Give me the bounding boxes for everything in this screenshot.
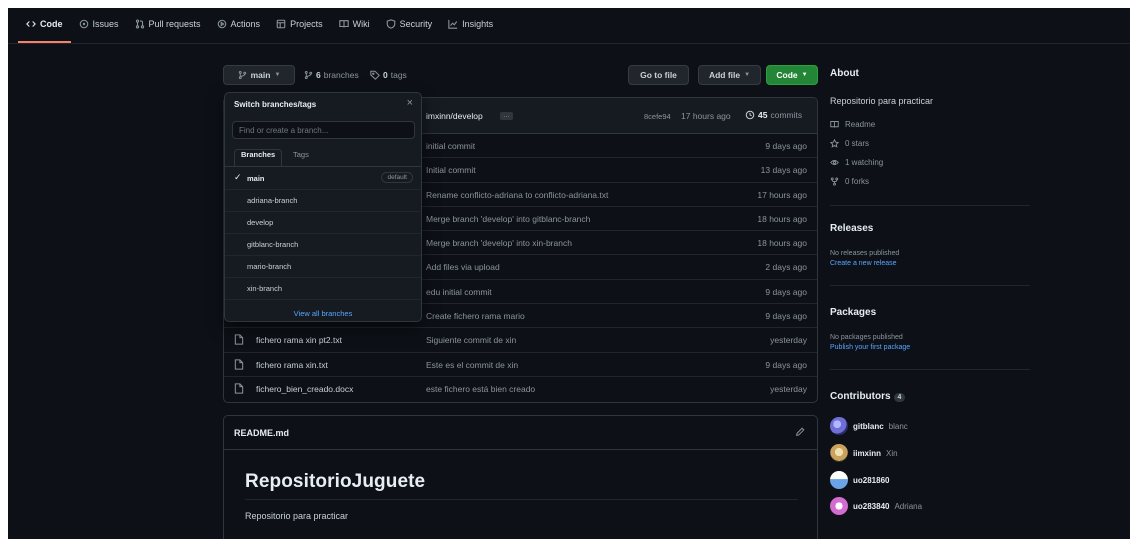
- tags-link[interactable]: 0 tags: [370, 70, 407, 80]
- commit-message-toggle[interactable]: …: [500, 112, 513, 120]
- pencil-icon[interactable]: [795, 427, 805, 437]
- avatar: [830, 497, 848, 515]
- branch-item-xin[interactable]: xin-branch: [225, 278, 421, 300]
- view-all-branches-link[interactable]: View all branches: [225, 309, 421, 318]
- file-link[interactable]: fichero rama xin pt2.txt: [234, 334, 342, 345]
- file-icon: [234, 383, 244, 394]
- branch-item-gitblanc[interactable]: gitblanc-branch: [225, 234, 421, 256]
- stars-link[interactable]: 0 stars: [830, 139, 869, 148]
- book-icon: [338, 20, 349, 28]
- commit-author-branch[interactable]: imxinn/develop: [426, 111, 483, 121]
- tab-actions[interactable]: Actions: [209, 13, 269, 43]
- code-button[interactable]: Code ▼: [766, 65, 818, 85]
- avatar: [830, 417, 848, 435]
- file-icon: [234, 334, 244, 345]
- divider: [830, 285, 1030, 286]
- watching-link[interactable]: 1 watching: [830, 158, 883, 167]
- code-icon: [26, 21, 36, 27]
- tab-tags[interactable]: Tags: [287, 150, 315, 167]
- default-badge: default: [381, 172, 413, 183]
- caret-down-icon: ▼: [274, 72, 281, 78]
- avatar: [830, 471, 848, 489]
- add-file-button[interactable]: Add file ▼: [698, 65, 761, 85]
- issue-icon: [79, 19, 88, 29]
- readme-filename[interactable]: README.md: [234, 428, 289, 438]
- table-icon: [276, 19, 286, 29]
- pull-request-icon: [135, 19, 144, 29]
- tab-pull-requests[interactable]: Pull requests: [127, 13, 209, 43]
- file-link[interactable]: fichero_bien_creado.docx: [234, 383, 353, 394]
- commit-hash[interactable]: 8cefe94: [644, 112, 671, 121]
- divider: [830, 205, 1030, 206]
- contributors-count-badge: 4: [893, 393, 906, 402]
- contributor-item[interactable]: uo283840 Adriana: [830, 497, 922, 515]
- table-row[interactable]: fichero rama xin.txt Este es el commit d…: [224, 353, 817, 377]
- caret-down-icon: ▼: [801, 72, 808, 78]
- book-icon: [830, 121, 839, 128]
- repo-page: Code Issues Pull requests Actions Projec…: [8, 8, 1130, 539]
- file-icon: [234, 359, 244, 370]
- contributor-item[interactable]: iimxinn Xin: [830, 444, 898, 462]
- tab-security[interactable]: Security: [378, 13, 441, 43]
- branch-item-main[interactable]: ✓ main default: [225, 168, 421, 190]
- git-branch-icon: [304, 70, 313, 80]
- readme-panel: README.md RepositorioJuguete Repositorio…: [223, 415, 818, 539]
- divider: [830, 369, 1030, 370]
- eye-icon: [830, 159, 839, 166]
- branch-search-input[interactable]: [232, 121, 415, 139]
- readme-link[interactable]: Readme: [830, 120, 875, 129]
- commit-time: 17 hours ago: [681, 111, 731, 121]
- commits-link[interactable]: 45 commits: [745, 110, 802, 120]
- contributor-item[interactable]: uo281860: [830, 471, 889, 489]
- caret-down-icon: ▼: [744, 72, 751, 78]
- branch-item-mario[interactable]: mario-branch: [225, 256, 421, 278]
- publish-package-link[interactable]: Publish your first package: [830, 344, 910, 351]
- tab-projects[interactable]: Projects: [268, 13, 331, 43]
- star-icon: [830, 139, 839, 148]
- history-icon: [745, 110, 755, 120]
- dropdown-tabs: Branches Tags: [225, 147, 421, 167]
- avatar: [830, 444, 848, 462]
- branch-item-develop[interactable]: develop: [225, 212, 421, 234]
- play-icon: [217, 19, 226, 29]
- tab-wiki[interactable]: Wiki: [331, 13, 378, 43]
- fork-icon: [830, 177, 839, 186]
- graph-icon: [448, 19, 458, 29]
- go-to-file-button[interactable]: Go to file: [628, 65, 689, 85]
- readme-divider: [245, 499, 798, 500]
- tab-branches[interactable]: Branches: [234, 149, 283, 166]
- tab-issues[interactable]: Issues: [71, 13, 127, 43]
- contributor-item[interactable]: gitblanc blanc: [830, 417, 908, 435]
- create-release-link[interactable]: Create a new release: [830, 260, 897, 267]
- branches-link[interactable]: 6 branches: [304, 70, 359, 80]
- about-title: About: [830, 68, 859, 79]
- no-releases-text: No releases published: [830, 250, 900, 257]
- close-icon[interactable]: ×: [407, 97, 413, 109]
- check-icon: ✓: [234, 172, 242, 182]
- table-row[interactable]: fichero rama xin pt2.txt Siguiente commi…: [224, 328, 817, 353]
- no-packages-text: No packages published: [830, 334, 903, 341]
- releases-title[interactable]: Releases: [830, 223, 873, 234]
- file-link[interactable]: fichero rama xin.txt: [234, 359, 328, 370]
- tab-code[interactable]: Code: [18, 13, 71, 43]
- repo-nav: Code Issues Pull requests Actions Projec…: [8, 8, 1130, 44]
- packages-title[interactable]: Packages: [830, 307, 876, 318]
- shield-icon: [386, 19, 395, 29]
- readme-body: Repositorio para practicar: [245, 511, 349, 521]
- branch-item-adriana[interactable]: adriana-branch: [225, 190, 421, 212]
- about-description: Repositorio para practicar: [830, 96, 934, 106]
- tag-icon: [370, 70, 380, 80]
- tab-insights[interactable]: Insights: [440, 13, 501, 43]
- contributors-title[interactable]: Contributors 4: [830, 391, 906, 402]
- readme-header: README.md: [224, 416, 817, 450]
- branch-select-button[interactable]: main ▼: [223, 65, 295, 85]
- git-branch-icon: [238, 70, 246, 80]
- readme-heading: RepositorioJuguete: [245, 471, 426, 492]
- dropdown-title: Switch branches/tags: [234, 100, 317, 109]
- forks-link[interactable]: 0 forks: [830, 177, 869, 186]
- branch-dropdown: Switch branches/tags × Branches Tags ✓ m…: [224, 92, 422, 322]
- table-row[interactable]: fichero_bien_creado.docx este fichero es…: [224, 377, 817, 401]
